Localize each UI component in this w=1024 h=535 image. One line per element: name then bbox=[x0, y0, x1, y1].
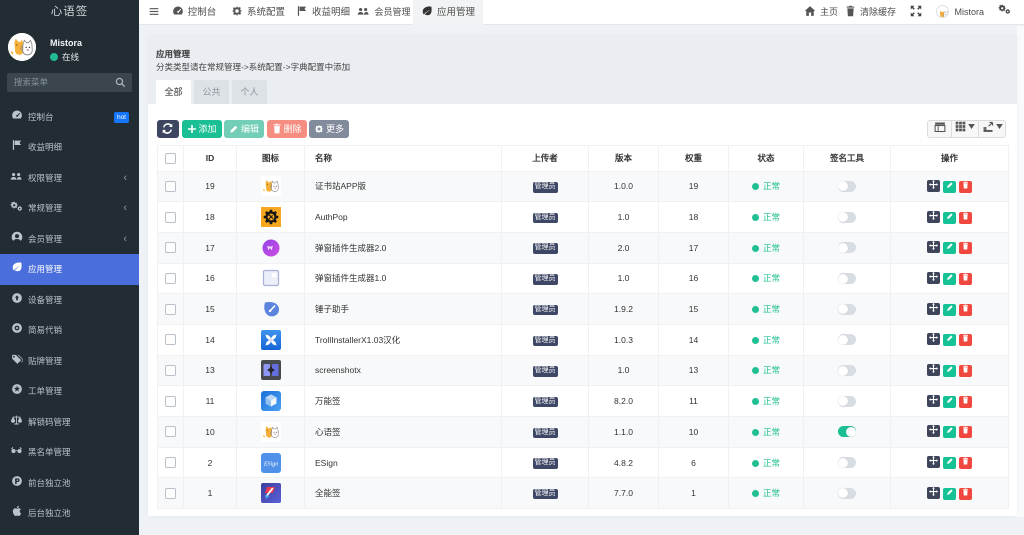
svg-text:ESign: ESign bbox=[262, 461, 277, 467]
